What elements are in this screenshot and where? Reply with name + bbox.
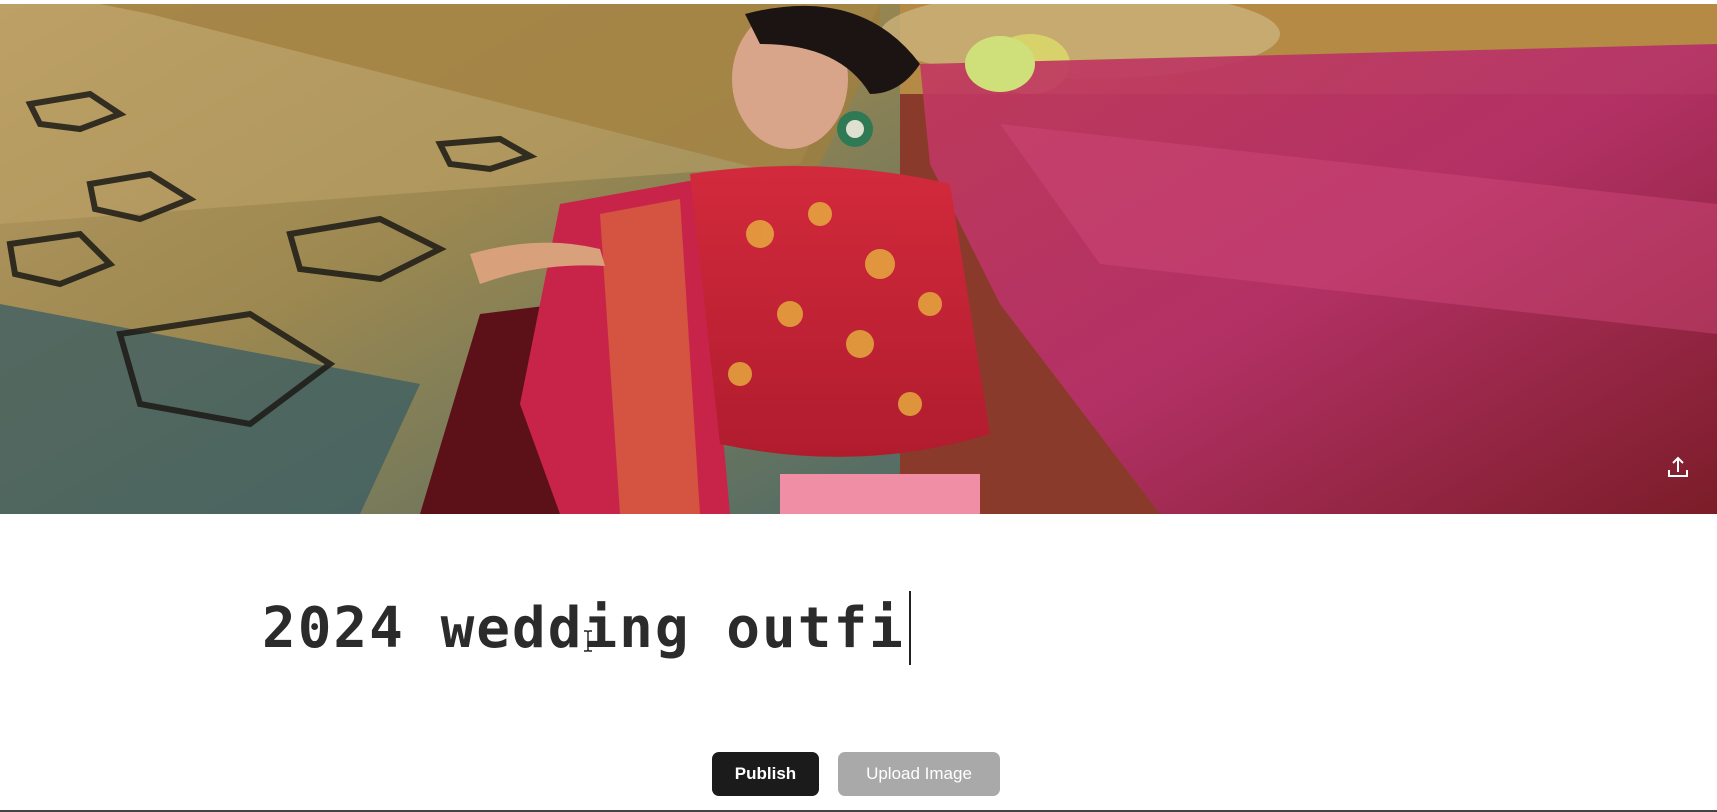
upload-icon [1668, 456, 1688, 477]
cover-image [0, 4, 1717, 514]
cover-image-graphic [0, 4, 1717, 514]
cover-upload-button[interactable] [1661, 450, 1695, 484]
editor-actions: Publish Upload Image [712, 752, 1000, 796]
text-caret [908, 591, 911, 665]
publish-button[interactable]: Publish [712, 752, 819, 796]
upload-image-button[interactable]: Upload Image [838, 752, 1000, 796]
title-field[interactable]: 2024 wedding outfi [262, 588, 911, 668]
editor-page: 2024 wedding outfi Publish Upload Image [0, 0, 1717, 812]
ibeam-cursor-icon [584, 630, 592, 652]
